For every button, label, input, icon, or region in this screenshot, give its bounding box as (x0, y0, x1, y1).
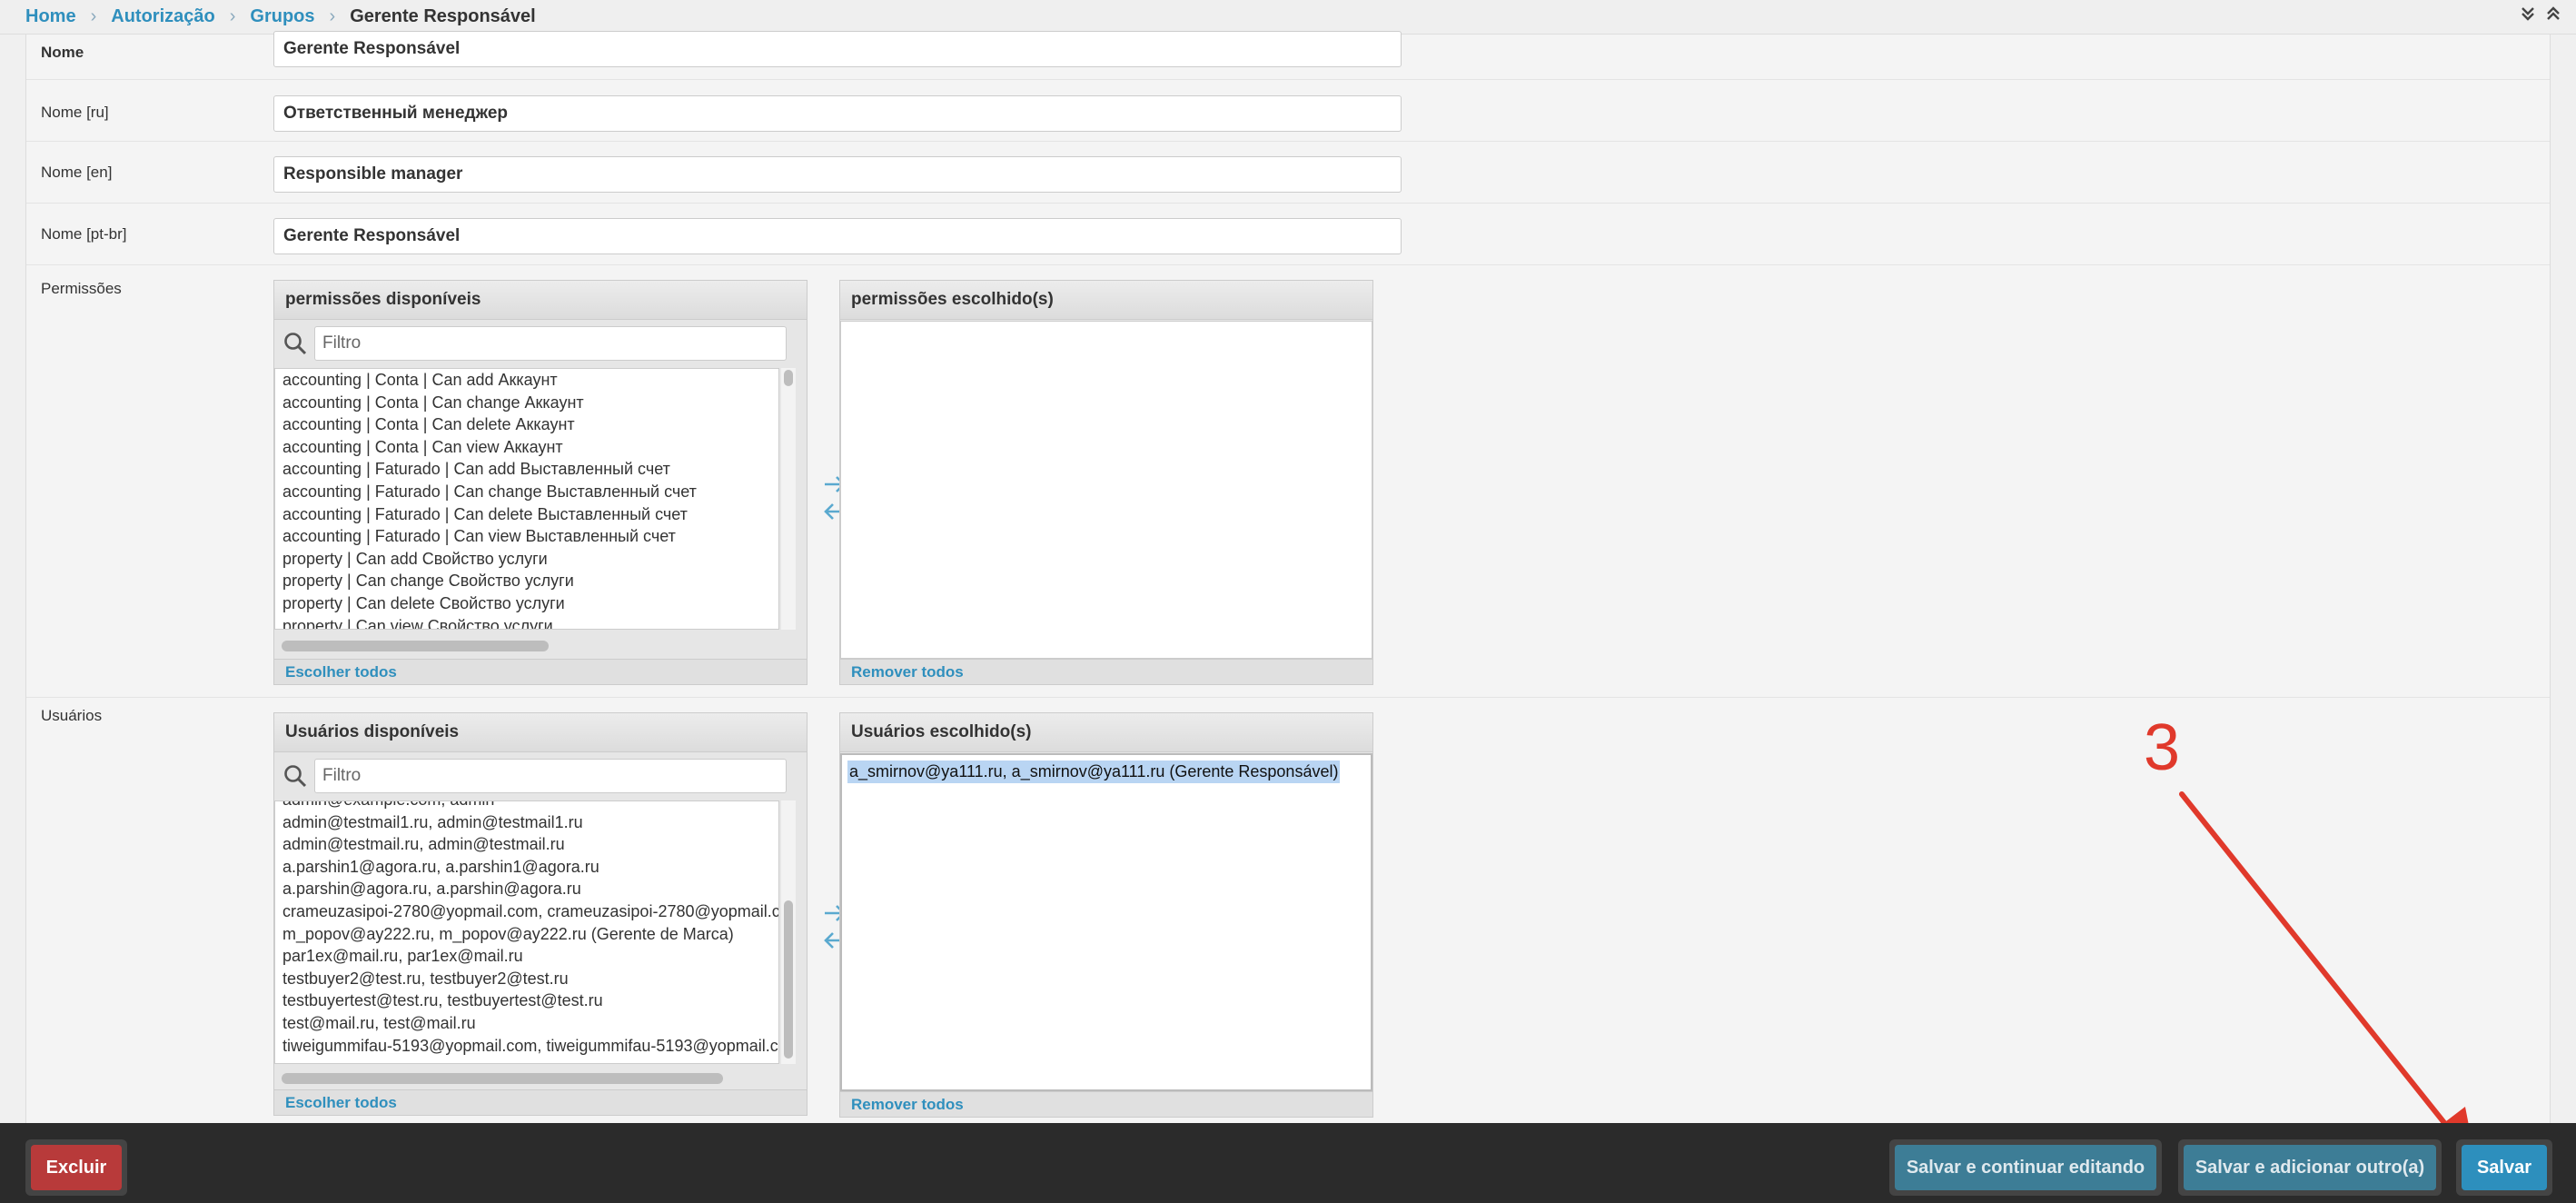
permissions-choose-all[interactable]: Escolher todos (274, 659, 807, 684)
save-button[interactable]: Salvar (2462, 1145, 2547, 1190)
breadcrumb: Home › Autorização › Grupos › Gerente Re… (0, 0, 2576, 35)
users-chosen-list[interactable]: a_smirnov@ya111.ru, a_smirnov@ya111.ru (… (840, 753, 1372, 1091)
chosen-user-option[interactable]: a_smirnov@ya111.ru, a_smirnov@ya111.ru (… (847, 761, 1341, 783)
list-item[interactable]: property | Can change Свойство услуги (275, 570, 778, 592)
list-item[interactable]: admin@testmail1.ru, admin@testmail1.ru (275, 811, 778, 834)
search-icon (283, 332, 307, 355)
save-continue-button-wrap: Salvar e continuar editando (1889, 1139, 2162, 1196)
users-chosen-box: Usuários escolhido(s) a_smirnov@ya111.ru… (839, 712, 1373, 1118)
permissions-available-title: permissões disponíveis (274, 281, 807, 320)
permissions-remove-all[interactable]: Remover todos (840, 659, 1372, 684)
permissions-filter-input[interactable] (314, 326, 787, 361)
list-item[interactable]: accounting | Faturado | Can delete Выста… (275, 503, 778, 526)
list-item[interactable]: admin@testmail.ru, admin@testmail.ru (275, 833, 778, 856)
users-horizontal-scrollbar[interactable] (282, 1073, 723, 1084)
permissions-chosen-title: permissões escolhido(s) (840, 281, 1372, 320)
field-row-name: Nome Gerente Responsável (26, 31, 2550, 80)
list-item[interactable]: accounting | Conta | Can add Аккаунт (275, 369, 778, 392)
name-ru-label: Nome [ru] (41, 104, 109, 121)
name-ptbr-label: Nome [pt-br] (41, 225, 127, 243)
delete-button[interactable]: Excluir (31, 1145, 122, 1190)
users-filter-input[interactable] (314, 759, 787, 793)
submit-row: Excluir Salvar e continuar editando Salv… (0, 1123, 2576, 1203)
list-item[interactable]: accounting | Faturado | Can view Выставл… (275, 525, 778, 548)
breadcrumb-grupos[interactable]: Grupos (250, 6, 314, 27)
double-chevron-down-icon[interactable] (2520, 5, 2536, 27)
field-row-name-en: Nome [en] Responsible manager (26, 142, 2550, 204)
list-item[interactable]: testbuyertest@test.ru, testbuyertest@tes… (275, 989, 778, 1012)
breadcrumb-home[interactable]: Home (25, 6, 76, 27)
breadcrumb-autorizacao[interactable]: Autorização (111, 6, 214, 27)
scrollbar-thumb[interactable] (784, 370, 793, 386)
list-item[interactable]: property | Can delete Свойство услуги (275, 592, 778, 615)
list-item[interactable]: accounting | Conta | Can delete Аккаунт (275, 413, 778, 436)
permissions-available-list[interactable]: accounting | Conta | Can add Аккаунт acco… (274, 368, 779, 630)
list-item[interactable]: property | Can add Свойство услуги (275, 548, 778, 571)
search-icon (283, 764, 307, 788)
chevron-right-icon: › (229, 6, 236, 26)
chevron-right-icon: › (329, 6, 336, 26)
scrollbar-thumb[interactable] (784, 900, 793, 1059)
list-item[interactable]: accounting | Conta | Can view Аккаунт (275, 436, 778, 459)
field-row-name-ru: Nome [ru] Ответственный менеджер (26, 80, 2550, 142)
name-label: Nome (41, 44, 84, 61)
list-item[interactable]: m_popov@ay222.ru, m_popov@ay222.ru (Gere… (275, 923, 778, 946)
permissions-horizontal-scrollbar[interactable] (282, 641, 549, 651)
name-ru-input[interactable]: Ответственный менеджер (273, 95, 1402, 132)
users-label: Usuários (41, 707, 103, 724)
list-item[interactable]: a.parshin1@agora.ru, a.parshin1@agora.ru (275, 856, 778, 879)
list-item[interactable]: accounting | Conta | Can change Аккаунт (275, 392, 778, 414)
users-choose-all[interactable]: Escolher todos (274, 1089, 807, 1115)
permissions-vertical-scrollbar[interactable] (781, 368, 796, 630)
permissions-filter (274, 321, 807, 366)
header-controls (2520, 5, 2561, 27)
list-item[interactable]: a.parshin@agora.ru, a.parshin@agora.ru (275, 878, 778, 900)
name-en-label: Nome [en] (41, 164, 113, 181)
users-filter (274, 753, 807, 799)
list-item[interactable]: property | Can view Свойство услуги (275, 615, 778, 629)
list-item[interactable]: par1ex@mail.ru, par1ex@mail.ru (275, 945, 778, 968)
users-remove-all[interactable]: Remover todos (840, 1091, 1372, 1117)
list-item[interactable]: crameuzasipoi-2780@yopmail.com, crameuza… (275, 900, 778, 923)
name-input[interactable]: Gerente Responsável (273, 31, 1402, 67)
users-vertical-scrollbar[interactable] (781, 800, 796, 1064)
permissions-chosen-box: permissões escolhido(s) Remover todos (839, 280, 1373, 685)
list-item[interactable]: accounting | Faturado | Can change Выста… (275, 481, 778, 503)
save-continue-button[interactable]: Salvar e continuar editando (1895, 1145, 2156, 1190)
users-available-list[interactable]: admin@example.com, adminadmin@testmail1.… (274, 800, 779, 1064)
list-item[interactable]: testbuyer2@test.ru, testbuyer2@test.ru (275, 968, 778, 990)
annotation-step-number: 3 (2144, 711, 2181, 784)
double-chevron-up-icon[interactable] (2545, 5, 2561, 27)
list-item[interactable]: accounting | Faturado | Can add Выставле… (275, 458, 778, 481)
permissions-available-box: permissões disponíveis accounting | Cont… (273, 280, 807, 685)
list-item[interactable]: test@mail.ru, test@mail.ru (275, 1012, 778, 1035)
field-row-permissions: Permissões permissões disponíveis accoun… (26, 265, 2550, 698)
save-add-another-button[interactable]: Salvar e adicionar outro(a) (2184, 1145, 2436, 1190)
field-row-name-ptbr: Nome [pt-br] Gerente Responsável (26, 204, 2550, 265)
list-item[interactable]: tiweigummifau-5193@yopmail.com, tiweigum… (275, 1035, 778, 1058)
delete-button-wrap: Excluir (25, 1139, 127, 1196)
permissions-chosen-list[interactable] (840, 321, 1372, 659)
users-available-box: Usuários disponíveis admin@example.com, … (273, 712, 807, 1116)
form-content: Nome Gerente Responsável Nome [ru] Ответ… (25, 31, 2551, 1123)
users-chosen-title: Usuários escolhido(s) (840, 713, 1372, 752)
users-available-title: Usuários disponíveis (274, 713, 807, 752)
list-item[interactable]: admin@example.com, admin (275, 801, 778, 811)
name-en-input[interactable]: Responsible manager (273, 156, 1402, 193)
permissions-label: Permissões (41, 280, 122, 297)
save-add-button-wrap: Salvar e adicionar outro(a) (2178, 1139, 2442, 1196)
save-button-wrap: Salvar (2456, 1139, 2552, 1196)
chevron-right-icon: › (90, 6, 97, 26)
breadcrumb-current: Gerente Responsável (350, 6, 536, 26)
name-ptbr-input[interactable]: Gerente Responsável (273, 218, 1402, 254)
